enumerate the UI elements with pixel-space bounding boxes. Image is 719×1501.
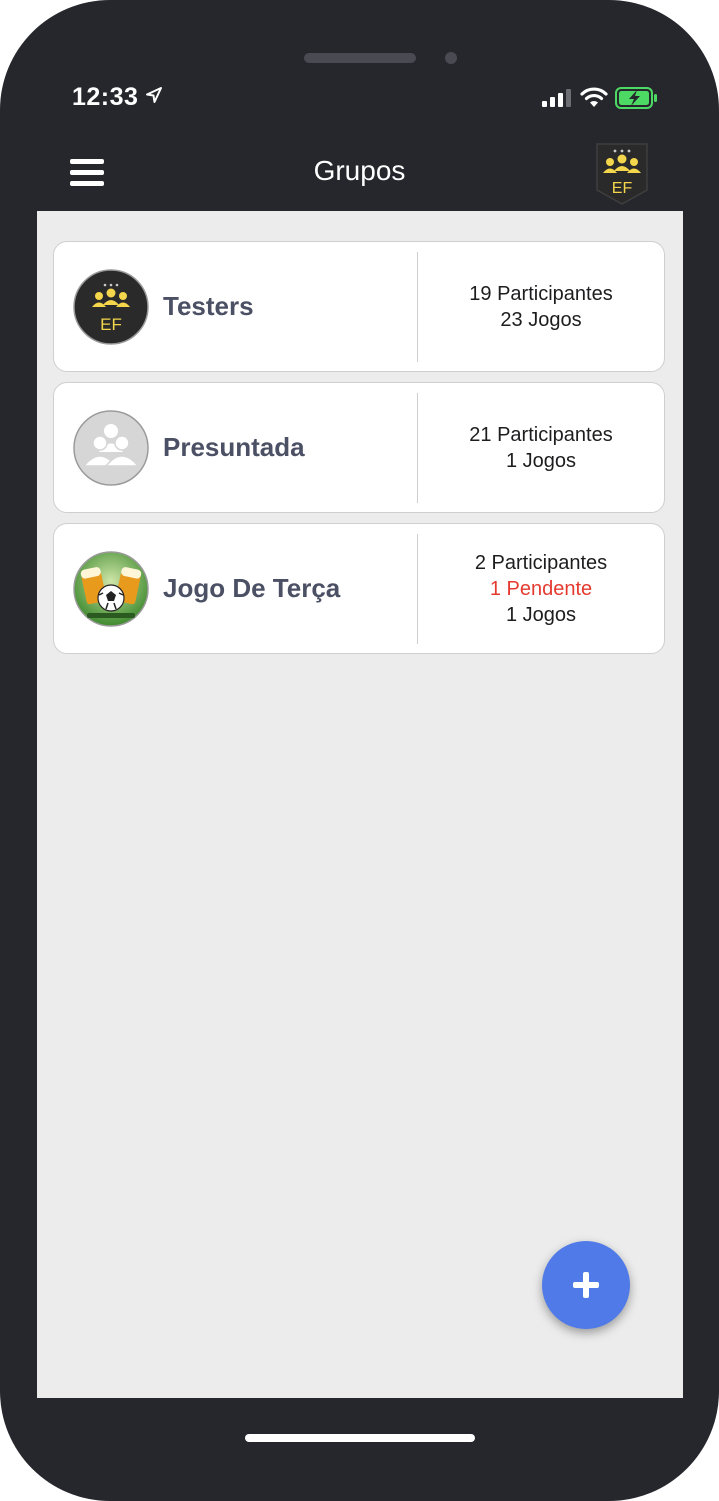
ef-logo-badge[interactable]: EF [595,142,649,206]
battery-charging-icon [615,87,657,109]
games-count: 1 Jogos [505,449,577,472]
group-placeholder-icon [73,410,149,486]
group-name: Jogo De Terça [163,573,341,603]
ef-logo-avatar: EF [73,269,149,345]
participants-count: 19 Participantes [469,282,613,305]
beer-soccer-avatar [73,551,149,627]
group-card-jogo-de-terca[interactable]: Jogo De Terça 2 Participantes 1 Pendente… [53,523,665,654]
group-stats: 21 Participantes 1 Jogos [418,383,664,512]
group-name: Presuntada [163,432,305,462]
cellular-signal-icon [542,89,571,107]
group-name: Testers [163,291,254,321]
camera [445,52,457,64]
logo-text: EF [612,180,633,197]
group-stats: 2 Participantes 1 Pendente 1 Jogos [418,524,664,653]
games-count: 23 Jogos [500,308,582,331]
games-count: 1 Jogos [505,603,577,626]
wifi-icon [580,87,608,107]
avatar-logo-text: EF [100,315,122,334]
home-indicator[interactable] [245,1434,475,1442]
add-group-button[interactable] [542,1241,630,1329]
group-card-testers[interactable]: EF Testers 19 Participantes 23 Jogos [53,241,665,372]
groups-list-screen: EF Testers 19 Participantes 23 Jogos Pre… [37,211,683,1398]
location-arrow-icon [146,87,162,103]
speaker [304,53,416,63]
participants-count: 21 Participantes [469,423,613,446]
pending-count: 1 Pendente [489,577,593,600]
group-stats: 19 Participantes 23 Jogos [418,242,664,371]
group-card-presuntada[interactable]: Presuntada 21 Participantes 1 Jogos [53,382,665,513]
status-time: 12:33 [72,83,139,111]
phone-frame: 12:33 Grupos EF EF Testers 19 Participan… [0,0,719,1501]
participants-count: 2 Participantes [474,551,608,574]
plus-icon [573,1272,599,1298]
